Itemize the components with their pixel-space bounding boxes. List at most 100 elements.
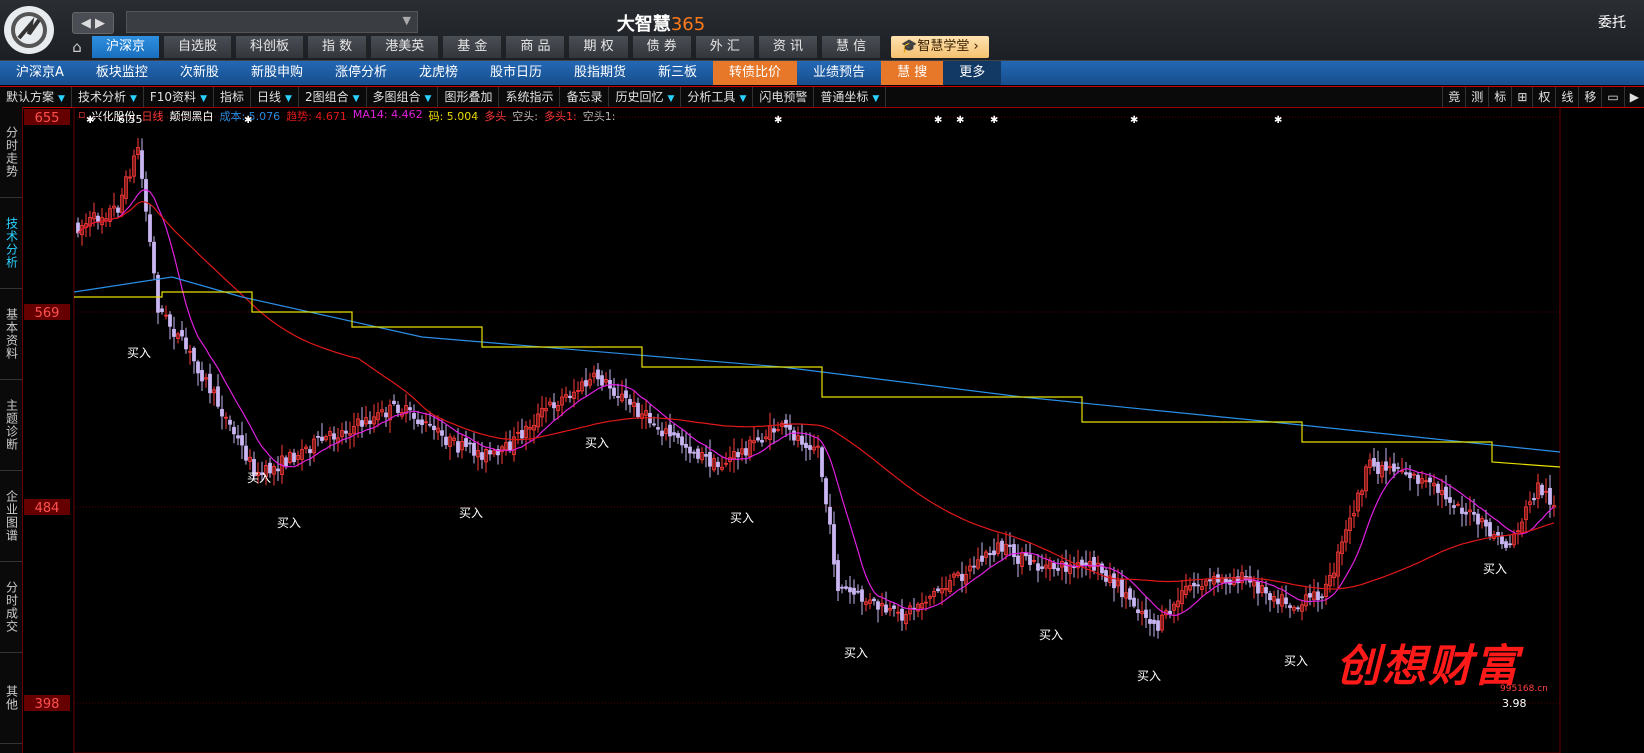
candle-body: [1268, 593, 1272, 601]
left-nav-1[interactable]: 技术分析: [0, 198, 22, 289]
candle-body: [1024, 552, 1028, 557]
toolbar-right-8[interactable]: ▶: [1623, 87, 1644, 107]
main-tab-4[interactable]: 港美英: [371, 36, 440, 58]
candle-body: [792, 430, 796, 441]
main-tab-10[interactable]: 资 讯: [758, 36, 819, 58]
sub-tab-10[interactable]: 业绩预告: [797, 61, 881, 85]
toolbar-right-2[interactable]: 标: [1488, 87, 1511, 107]
event-marker-icon: ✱: [774, 115, 782, 126]
toolbar-item-3[interactable]: 指标: [214, 87, 251, 107]
academy-button[interactable]: 🎓智慧学堂 ›: [891, 36, 989, 58]
candle-body: [1532, 497, 1536, 501]
home-icon[interactable]: ⌂: [66, 38, 88, 58]
sub-tab-1[interactable]: 板块监控: [80, 61, 164, 85]
high-price-label: 6.55: [118, 113, 143, 126]
candle-body: [236, 435, 240, 439]
main-tab-3[interactable]: 指 数: [308, 36, 368, 58]
toolbar-item-12[interactable]: 闪电预警: [753, 87, 815, 107]
toolbar-item-7[interactable]: 图形叠加: [438, 87, 500, 107]
buy-signal-label: 买入: [585, 436, 609, 450]
main-tab-11[interactable]: 慧 信: [822, 36, 882, 58]
candle-body: [600, 375, 604, 386]
candle-body: [1168, 610, 1172, 615]
trade-button[interactable]: 委托: [1598, 12, 1626, 32]
candle-body: [624, 390, 628, 399]
candle-body: [284, 457, 288, 467]
candle-body: [508, 441, 512, 452]
toolbar-right-3[interactable]: ⊞: [1511, 87, 1532, 107]
toolbar-item-4[interactable]: 日线 ▼: [251, 87, 299, 107]
candle-body: [860, 589, 864, 602]
candle-body: [1276, 598, 1280, 605]
toolbar-item-10[interactable]: 历史回忆 ▼: [609, 87, 682, 107]
toolbar-item-1[interactable]: 技术分析 ▼: [72, 87, 144, 107]
axis-label: 569: [35, 306, 60, 321]
sub-tab-6[interactable]: 股市日历: [474, 61, 558, 85]
buy-signal-label: 买入: [1039, 628, 1063, 642]
toolbar-item-2[interactable]: F10资料 ▼: [144, 87, 214, 107]
main-tab-2[interactable]: 科创板: [236, 36, 305, 58]
buy-signal-label: 买入: [730, 511, 754, 525]
sub-tab-11[interactable]: 慧 搜: [881, 61, 944, 85]
left-nav-5[interactable]: 分时成交: [0, 562, 22, 653]
candle-body: [1404, 472, 1408, 475]
left-nav-4[interactable]: 企业图谱: [0, 471, 22, 562]
candle-body: [216, 386, 220, 407]
toolbar-right-6[interactable]: 移: [1578, 87, 1601, 107]
toolbar-right-7[interactable]: ▭: [1601, 87, 1623, 107]
sub-tab-9[interactable]: 转债比价: [713, 61, 798, 85]
candle-body: [852, 587, 856, 595]
sub-tab-2[interactable]: 次新股: [164, 61, 235, 85]
candle-body: [1288, 605, 1292, 608]
sub-tab-4[interactable]: 涨停分析: [319, 61, 403, 85]
main-tab-9[interactable]: 外 汇: [695, 36, 755, 58]
sub-tab-7[interactable]: 股指期货: [558, 61, 642, 85]
toolbar-right-0[interactable]: 竟: [1442, 87, 1465, 107]
left-nav-3[interactable]: 主题诊断: [0, 380, 22, 471]
event-marker-icon: ✱: [1130, 115, 1138, 126]
candle-body: [140, 150, 144, 179]
main-tab-1[interactable]: 自选股: [164, 36, 233, 58]
toolbar-right-5[interactable]: 线: [1555, 87, 1578, 107]
sub-tab-12[interactable]: 更多: [943, 61, 1002, 85]
candle-body: [228, 419, 232, 425]
candle-body: [1508, 543, 1512, 546]
main-tab-6[interactable]: 商 品: [506, 36, 566, 58]
left-nav-0[interactable]: 分时走势: [0, 107, 22, 198]
main-tab-8[interactable]: 债 券: [632, 36, 692, 58]
candle-body: [244, 445, 248, 461]
candle-body: [408, 407, 412, 411]
toolbar-item-8[interactable]: 系统指示: [499, 87, 561, 107]
toolbar-item-0[interactable]: 默认方案 ▼: [0, 87, 72, 107]
toolbar-right-1[interactable]: 测: [1465, 87, 1488, 107]
toolbar-item-9[interactable]: 备忘录: [560, 87, 610, 107]
candle-body: [1384, 461, 1388, 471]
candle-body: [392, 400, 396, 405]
sub-tab-3[interactable]: 新股申购: [235, 61, 319, 85]
sub-tab-5[interactable]: 龙虎榜: [403, 61, 474, 85]
sub-tab-8[interactable]: 新三板: [642, 61, 713, 85]
toolbar-item-13[interactable]: 普通坐标 ▼: [814, 87, 887, 107]
candle-body: [1196, 584, 1200, 587]
candle-body: [152, 241, 156, 274]
candle-body: [1372, 458, 1376, 467]
main-tab-5[interactable]: 基 金: [443, 36, 503, 58]
main-tab-0[interactable]: 沪深京: [92, 36, 161, 58]
toolbar-item-5[interactable]: 2图组合 ▼: [299, 87, 367, 107]
left-nav-6[interactable]: 其他: [0, 653, 22, 744]
toolbar-item-11[interactable]: 分析工具 ▼: [681, 87, 754, 107]
candle-body: [488, 450, 492, 455]
left-nav-2[interactable]: 基本资料: [0, 289, 22, 380]
event-marker-icon: ✱: [990, 115, 998, 126]
main-tab-7[interactable]: 期 权: [569, 36, 629, 58]
candle-body: [116, 207, 120, 213]
candle-body: [440, 430, 444, 436]
toolbar-right-4[interactable]: 权: [1532, 87, 1555, 107]
toolbar-item-6[interactable]: 多图组合 ▼: [367, 87, 439, 107]
sub-tab-0[interactable]: 沪深京A: [0, 61, 80, 85]
candle-body: [552, 402, 556, 409]
dropdown-arrow-icon: ▼: [739, 94, 747, 104]
buy-signal-label: 买入: [247, 471, 271, 485]
candle-body: [196, 361, 200, 374]
candle-body: [1000, 540, 1004, 552]
